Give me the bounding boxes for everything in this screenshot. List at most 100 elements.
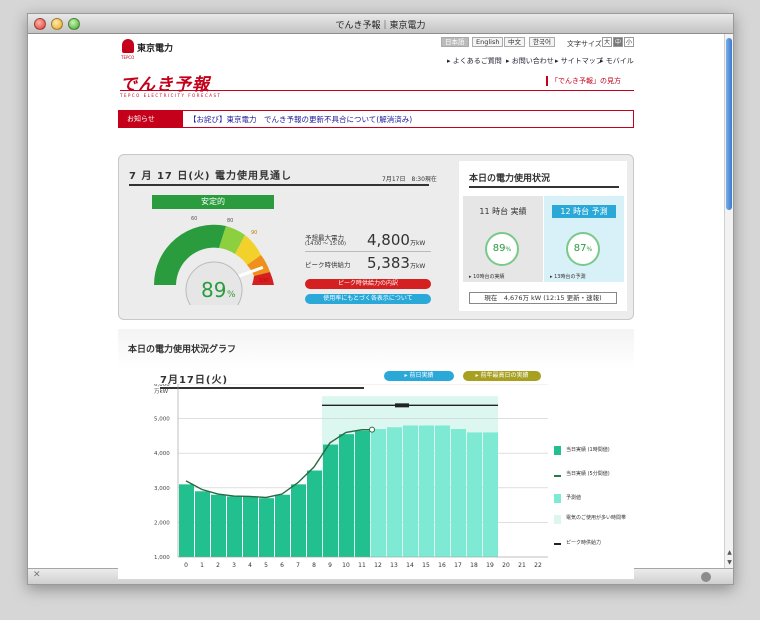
actual-percent: 89%	[485, 232, 519, 266]
gauge-tick-90: 90	[251, 230, 257, 236]
x-tick-label: 3	[232, 562, 236, 569]
scroll-down-icon[interactable]: ▼	[726, 559, 733, 566]
bar-actual	[323, 444, 338, 557]
bar-actual	[275, 494, 290, 557]
legend-peak-supply: ピーク時供給力	[566, 540, 602, 546]
scroll-up-icon[interactable]: ▲	[726, 549, 733, 556]
link-mobile[interactable]: ▸ モバイル	[600, 56, 634, 66]
prev-year-button[interactable]: ▸ 前年最高日の実績	[463, 371, 541, 381]
x-tick-label: 0	[184, 562, 188, 569]
font-size-label: 文字サイズ	[567, 40, 602, 48]
font-size-large-button[interactable]: 大	[602, 37, 612, 47]
peak-breakdown-button[interactable]: ピーク時供給力の内訳	[305, 279, 431, 289]
lang-korean[interactable]: 한국어	[529, 37, 555, 47]
current-usage: 現在 4,676万 kW (12:15 更新・速報)	[469, 292, 617, 304]
legend-forecast: 予測値	[566, 495, 582, 501]
notice-label: お知らせ	[119, 111, 183, 127]
bar-forecast	[483, 432, 498, 557]
legend-actual-swatch	[554, 446, 561, 455]
lang-chinese[interactable]: 中文	[504, 37, 525, 47]
x-tick-label: 5	[264, 562, 268, 569]
howto-link[interactable]: 「でんき予報」の見方	[546, 76, 621, 86]
x-tick-label: 9	[328, 562, 332, 569]
close-icon[interactable]: ✕	[33, 570, 41, 580]
actual-caption: ▸ 10時台の実績	[469, 274, 505, 280]
activity-icon[interactable]	[701, 572, 711, 582]
link-sitemap[interactable]: ▸ サイトマップ	[555, 56, 603, 66]
usage-info-button[interactable]: 使用率にもとづく各表示について	[305, 294, 431, 304]
company-sub: TEPCO	[121, 55, 135, 60]
lang-japanese[interactable]: 日本語	[441, 37, 469, 47]
lang-english[interactable]: English	[472, 37, 504, 47]
chart-panel: 本日の電力使用状況グラフ 7月17日(火) ▸ 前日実績 ▸ 前年最高日の実績 …	[118, 329, 634, 579]
notice-bar: お知らせ 【お詫び】東京電力 でんき予報の更新不具合について(解消済み)	[118, 110, 634, 128]
legend-high-usage: 電気のご使用が多い時間帯	[566, 515, 627, 521]
link-faq[interactable]: ▸ よくあるご質問	[447, 56, 502, 66]
vertical-scrollbar[interactable]: ▲ ▼	[724, 34, 733, 568]
forecast-card-title: 12 時台 予測	[552, 205, 616, 218]
y-tick-label: 2,000	[154, 520, 170, 526]
link-contact[interactable]: ▸ お問い合わせ	[506, 56, 554, 66]
notice-link[interactable]: 【お詫び】東京電力 でんき予報の更新不具合について(解消済み)	[189, 114, 412, 125]
header-divider	[120, 90, 634, 91]
gauge-percent-sign: %	[227, 290, 236, 300]
tepco-logo-icon[interactable]	[122, 39, 134, 53]
brand-logo[interactable]: でんき予報	[120, 70, 210, 95]
x-tick-label: 7	[296, 562, 300, 569]
bar-actual	[227, 496, 242, 557]
prev-day-button[interactable]: ▸ 前日実績	[384, 371, 454, 381]
peak-supply-marker	[395, 403, 409, 408]
bar-actual	[195, 491, 210, 557]
x-tick-label: 10	[342, 562, 350, 569]
legend-peak-supply-swatch	[554, 543, 561, 545]
gauge-tick-100: 100	[259, 278, 269, 284]
title-bar: でんき予報｜東京電力	[28, 14, 733, 34]
bar-actual	[179, 484, 194, 557]
bar-actual	[291, 484, 306, 557]
peak-demand-value: 4,800万kW	[367, 231, 426, 249]
gauge-tick-60: 60	[191, 216, 197, 222]
actual-card-title: 11 時台 実績	[479, 207, 527, 216]
x-tick-label: 21	[518, 562, 526, 569]
line-5min-endpoint	[369, 426, 375, 433]
company-name[interactable]: 東京電力	[137, 41, 173, 54]
x-tick-label: 13	[390, 562, 398, 569]
today-status-title: 本日の電力使用状況	[469, 171, 619, 188]
y-tick-label: 6,000	[154, 384, 170, 388]
browser-window: でんき予報｜東京電力 ▲ ▼ ✕ 東京電力 TEPCO 日本語 English …	[27, 13, 734, 585]
bar-forecast	[387, 427, 402, 557]
legend-actual: 当日実績 (1時間値)	[566, 447, 610, 453]
pred-divider	[305, 251, 431, 252]
legend-5min: 当日実績 (5分間値)	[566, 471, 610, 477]
y-tick-label: 5,000	[154, 417, 170, 423]
font-size-medium-button[interactable]: 中	[613, 37, 623, 47]
x-tick-label: 6	[280, 562, 284, 569]
x-tick-label: 20	[502, 562, 510, 569]
bar-forecast	[467, 432, 482, 557]
supply-label: ピーク時供給力	[305, 261, 351, 269]
forecast-updated: 7月17日 8:30現在	[382, 176, 437, 183]
bar-actual	[243, 496, 258, 557]
gauge-tick-80: 80	[227, 218, 233, 224]
window-title: でんき予報｜東京電力	[335, 21, 426, 31]
forecast-panel: 7 月 17 日(火) 電力使用見通し 7月17日 8:30現在 安定的 89 …	[118, 154, 634, 320]
usage-gauge: 89 % 60 80 90 100	[153, 216, 274, 305]
bar-actual	[355, 430, 370, 557]
x-tick-label: 18	[470, 562, 478, 569]
forecast-caption: ▸ 13時台の予測	[550, 274, 586, 280]
x-tick-label: 11	[358, 562, 366, 569]
y-tick-label: 1,000	[154, 555, 170, 561]
x-tick-label: 4	[248, 562, 252, 569]
x-tick-label: 16	[438, 562, 446, 569]
x-tick-label: 17	[454, 562, 462, 569]
legend-5min-swatch	[554, 475, 561, 477]
bar-actual	[307, 470, 322, 557]
font-size-small-button[interactable]: 小	[624, 37, 634, 47]
y-tick-label: 3,000	[154, 486, 170, 492]
bar-forecast	[403, 425, 418, 557]
y-tick-label: 4,000	[154, 451, 170, 457]
x-tick-label: 12	[374, 562, 382, 569]
bar-forecast	[435, 425, 450, 557]
scrollbar-thumb[interactable]	[726, 38, 732, 210]
legend-forecast-swatch	[554, 494, 561, 503]
